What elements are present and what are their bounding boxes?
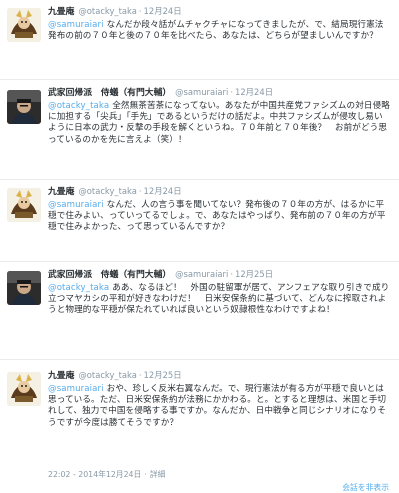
separator-dot: · bbox=[138, 370, 142, 380]
details-link[interactable]: 詳細 bbox=[150, 470, 166, 479]
tweet-header: 九畳庵 @otacky_taka · 12月24日 bbox=[48, 4, 391, 18]
tweet-time[interactable]: 12月25日 bbox=[235, 269, 273, 279]
user-name[interactable]: 武家回帰派 侍蟻（有門大輔） bbox=[48, 270, 171, 280]
tweet-time[interactable]: 12月25日 bbox=[144, 370, 182, 380]
mention-link[interactable]: @otacky_taka bbox=[48, 101, 109, 111]
separator-dot: · bbox=[138, 186, 142, 196]
mention-link[interactable]: @samuraiari bbox=[48, 384, 104, 394]
mention-link[interactable]: @samuraiari bbox=[48, 20, 104, 30]
user-name[interactable]: 九畳庵 bbox=[48, 371, 74, 381]
avatar[interactable] bbox=[7, 8, 41, 42]
separator-dot: · bbox=[230, 87, 233, 97]
tweet[interactable]: 武家回帰派 侍蟻（有門大輔） @samuraiari · 12月25日 @otacky… bbox=[0, 262, 399, 360]
user-handle[interactable]: @otacky_taka bbox=[78, 370, 136, 380]
tweet-text: @samuraiari なんだか段々話がムチャクチャになってきましたが、で、結局現… bbox=[48, 20, 391, 42]
user-name[interactable]: 九畳庵 bbox=[48, 7, 74, 17]
tweet-text: @otacky_taka ああ、なるほど！ 外国の駐留軍が居て、アンフェアな取り引… bbox=[48, 283, 391, 317]
tweet[interactable]: 武家回帰派 侍蟻（有門大輔） @samuraiari · 12月24日 @otacky… bbox=[0, 80, 399, 180]
user-name[interactable]: 九畳庵 bbox=[48, 187, 74, 197]
user-handle[interactable]: @samuraiari bbox=[175, 87, 228, 97]
tweet-text: @samuraiari なんだ、人の言う事を聞いてない？発布後の７０年の方が、はる… bbox=[48, 200, 391, 234]
mention-link[interactable]: @samuraiari bbox=[48, 200, 104, 210]
avatar[interactable] bbox=[7, 372, 41, 406]
tweet[interactable]: 九畳庵 @otacky_taka · 12月24日 @samuraiari なんだか段々… bbox=[0, 0, 399, 80]
tweet-time[interactable]: 12月24日 bbox=[235, 87, 273, 97]
tweet-text: @samuraiari おや、珍しく反米右翼なんだ。で、現行憲法が有る方が平穏で良… bbox=[48, 384, 391, 429]
hide-conversation-link[interactable]: 会話を非表示 bbox=[342, 482, 389, 493]
tweet-time[interactable]: 12月24日 bbox=[144, 6, 182, 16]
avatar[interactable] bbox=[7, 90, 41, 124]
tweet-timestamp-row: 22:02 - 2014年12月24日 · 詳細 bbox=[48, 469, 165, 480]
separator-dot: · bbox=[230, 269, 233, 279]
tweet-timestamp: 22:02 - 2014年12月24日 bbox=[48, 470, 142, 479]
user-name[interactable]: 武家回帰派 侍蟻（有門大輔） bbox=[48, 88, 171, 98]
user-handle[interactable]: @samuraiari bbox=[175, 269, 228, 279]
user-handle[interactable]: @otacky_taka bbox=[78, 6, 136, 16]
tweet-time[interactable]: 12月24日 bbox=[144, 186, 182, 196]
avatar[interactable] bbox=[7, 271, 41, 305]
tweet[interactable]: 九畳庵 @otacky_taka · 12月24日 @samuraiari なんだ、人の… bbox=[0, 180, 399, 262]
avatar[interactable] bbox=[7, 188, 41, 222]
separator-dot: · bbox=[144, 470, 147, 479]
user-handle[interactable]: @otacky_taka bbox=[78, 186, 136, 196]
tweet-header: 武家回帰派 侍蟻（有門大輔） @samuraiari · 12月24日 bbox=[48, 85, 391, 99]
tweet-header: 九畳庵 @otacky_taka · 12月24日 bbox=[48, 184, 391, 198]
tweet-text: @otacky_taka 全然無茶苦茶になってない。あなたが中国共産党ファシズムの… bbox=[48, 101, 391, 146]
mention-link[interactable]: @otacky_taka bbox=[48, 283, 109, 293]
separator-dot: · bbox=[138, 6, 142, 16]
tweet-header: 武家回帰派 侍蟻（有門大輔） @samuraiari · 12月25日 bbox=[48, 267, 391, 281]
tweet-header: 九畳庵 @otacky_taka · 12月25日 bbox=[48, 368, 391, 382]
conversation-thread: 九畳庵 @otacky_taka · 12月24日 @samuraiari なんだか段々… bbox=[0, 0, 399, 493]
